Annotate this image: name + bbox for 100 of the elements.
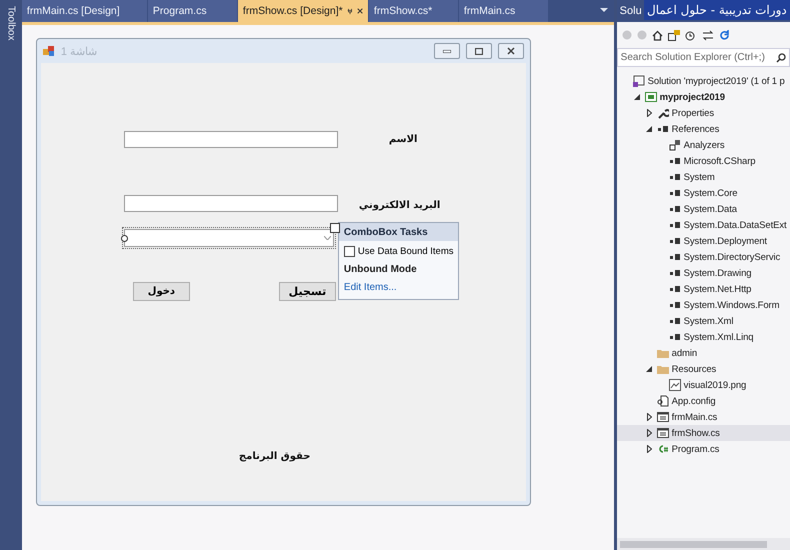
expanded-arrow-icon[interactable] (646, 366, 652, 372)
tree-item[interactable]: Microsoft.CSharp (616, 153, 790, 169)
tree-item-label: frmMain.cs (672, 412, 718, 422)
tree-item[interactable]: System.Data (616, 201, 790, 217)
tree-item[interactable]: frmMain.cs (616, 409, 790, 425)
reference-icon (668, 235, 681, 247)
tab-label: frmShow.cs [Design]* (242, 5, 343, 17)
form-file-icon (656, 411, 669, 423)
close-icon (506, 47, 515, 55)
collapsed-arrow-icon[interactable] (646, 445, 652, 453)
tree-item-label: admin (672, 348, 698, 358)
section-title: Unbound Mode (344, 264, 418, 275)
tree-item-label: System.DirectoryServic (684, 252, 780, 262)
tree-item[interactable]: References (616, 121, 790, 137)
image-file-icon (668, 379, 681, 391)
minimize-button[interactable] (434, 43, 460, 59)
tree-item[interactable]: visual2019.png (616, 377, 790, 393)
collapsed-arrow-icon[interactable] (646, 413, 652, 421)
expanded-arrow-icon[interactable] (634, 94, 640, 100)
history-icon[interactable] (684, 30, 697, 40)
document-tab[interactable]: frmMain.cs (458, 0, 549, 22)
tree-item-label: Microsoft.CSharp (684, 156, 756, 166)
document-tab[interactable]: frmShow.cs* (368, 0, 459, 22)
analyzer-icon (668, 139, 681, 151)
document-tab[interactable]: frmShow.cs [Design]* (238, 0, 369, 22)
collapsed-arrow-icon[interactable] (646, 109, 652, 117)
tree-item[interactable]: System.Windows.Form (616, 297, 790, 313)
expanded-arrow-icon[interactable] (646, 126, 652, 132)
search-field[interactable]: Search Solution Explorer (Ctrl+;) (616, 48, 790, 67)
reference-icon (668, 187, 681, 199)
tree-item[interactable]: System.Xml (616, 313, 790, 329)
tab-label: Program.cs (152, 5, 207, 17)
tree-item-label: System.Data.DataSetExt (684, 220, 787, 230)
tree-item[interactable]: System.Net.Http (616, 281, 790, 297)
document-tab[interactable]: frmMain.cs [Design] (22, 0, 148, 22)
tree-item[interactable]: System.Drawing (616, 265, 790, 281)
tree-item[interactable]: System.Data.DataSetExt (616, 217, 790, 233)
solution-icon (632, 75, 645, 87)
tree-item-label: System.Xml.Linq (684, 332, 754, 342)
maximize-button[interactable] (466, 43, 492, 59)
document-tab[interactable]: Program.cs (148, 0, 238, 22)
tree-item[interactable]: admin (616, 345, 790, 361)
minimize-icon (442, 50, 451, 52)
form-button[interactable]: تسجيل (278, 282, 336, 301)
text-input[interactable] (124, 195, 338, 212)
reference-icon (668, 219, 681, 231)
reference-icon (668, 331, 681, 343)
reference-icon (668, 283, 681, 295)
home-icon[interactable] (652, 30, 663, 40)
tree-item-label: System.Deployment (684, 236, 767, 246)
config-file-icon (656, 395, 669, 407)
tree-item[interactable]: System.Deployment (616, 233, 790, 249)
reference-icon (668, 203, 681, 215)
tab-label: frmMain.cs (464, 5, 516, 17)
tree-item-label: System.Net.Http (684, 284, 752, 294)
close-button[interactable] (498, 43, 524, 59)
tree-item-label: System.Core (684, 188, 738, 198)
sync-view-icon[interactable] (668, 30, 680, 40)
tree-item[interactable]: System.Xml.Linq (616, 329, 790, 345)
reference-icon (656, 123, 669, 135)
tree-item-label: Resources (672, 364, 716, 374)
form-button[interactable]: دخول (132, 282, 190, 301)
tree-item-label: System.Xml (684, 316, 734, 326)
tree-item[interactable]: frmShow.cs (616, 425, 790, 441)
form-label: حقوق البرنامج (238, 451, 310, 462)
folder-icon (656, 347, 669, 359)
tree-item[interactable]: Program.cs (616, 441, 790, 457)
tree-item-label: Program.cs (672, 444, 720, 454)
tree-item-label: Properties (672, 108, 714, 118)
smart-tag-icon[interactable] (330, 223, 340, 233)
tree-item[interactable]: Resources (616, 361, 790, 377)
swap-arrows-icon[interactable] (702, 30, 714, 40)
tree-item[interactable]: Solution 'myproject2019' (1 of 1 p (616, 73, 790, 89)
tree-item-label: References (672, 124, 720, 134)
tree-item-label: System.Windows.Form (684, 300, 780, 310)
tree-item[interactable]: Properties (616, 105, 790, 121)
tree-item[interactable]: App.config (616, 393, 790, 409)
folder-icon (656, 363, 669, 375)
tree-item-label: System (684, 172, 715, 182)
tree-item[interactable]: System (616, 169, 790, 185)
resize-handle[interactable] (120, 235, 128, 242)
toolbox-strip[interactable]: Toolbox (0, 0, 22, 550)
close-icon[interactable] (356, 7, 363, 15)
pin-icon[interactable] (346, 6, 353, 16)
checkbox-label: Use Data Bound Items (358, 246, 454, 257)
tree-item-label: System.Drawing (684, 268, 752, 278)
refresh-icon[interactable] (718, 30, 730, 40)
tree-item[interactable]: Analyzers (616, 137, 790, 153)
reference-icon (668, 251, 681, 263)
horizontal-scrollbar[interactable] (616, 538, 790, 550)
tree-item[interactable]: System.Core (616, 185, 790, 201)
collapsed-arrow-icon[interactable] (646, 429, 652, 437)
reference-icon (668, 171, 681, 183)
tab-label: frmMain.cs [Design] (26, 5, 120, 17)
checkbox[interactable] (344, 246, 355, 257)
tree-item[interactable]: myproject2019 (616, 89, 790, 105)
text-input[interactable] (124, 131, 338, 148)
tree-item[interactable]: System.DirectoryServic (616, 249, 790, 265)
tab-dropdown-icon[interactable] (600, 8, 608, 12)
edit-items-link[interactable]: Edit Items... (344, 282, 453, 293)
